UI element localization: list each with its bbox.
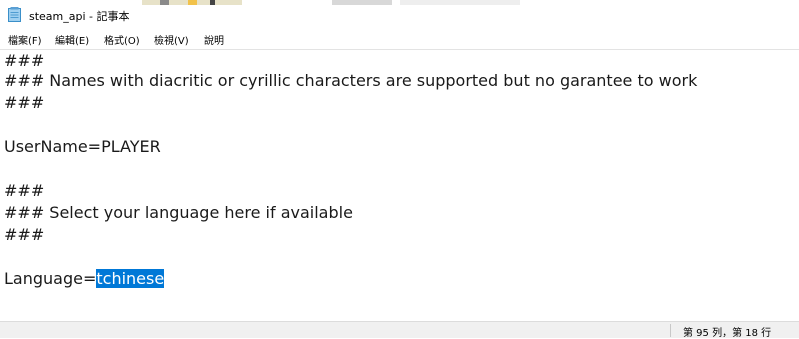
language-key: Language= xyxy=(4,269,97,288)
editor-line: ### xyxy=(4,93,45,112)
editor-line: ### xyxy=(4,225,45,244)
editor-line: UserName=PLAYER xyxy=(4,137,161,156)
background-window-strip xyxy=(400,0,520,5)
status-bar: 第 95 列，第 18 行 xyxy=(0,321,799,339)
menu-format[interactable]: 格式(O) xyxy=(104,32,140,47)
background-folder-icon xyxy=(188,0,197,5)
text-editor[interactable]: ### ### Names with diacritic or cyrillic… xyxy=(0,50,799,321)
editor-line: ### Select your language here if availab… xyxy=(4,203,353,222)
title-bar: steam_api - 記事本 xyxy=(0,0,799,30)
window-title: steam_api - 記事本 xyxy=(29,10,130,23)
notepad-icon xyxy=(8,7,21,22)
editor-line: ### xyxy=(4,181,45,200)
background-app-icon xyxy=(160,0,169,5)
background-app-icon xyxy=(210,0,215,5)
selected-text[interactable]: tchinese xyxy=(96,269,165,288)
menu-edit[interactable]: 編輯(E) xyxy=(55,32,89,47)
status-divider xyxy=(670,324,671,337)
menu-view[interactable]: 檢視(V) xyxy=(154,32,189,47)
background-window-strip xyxy=(332,0,392,5)
menu-help[interactable]: 說明 xyxy=(204,32,224,47)
editor-line-language: Language=tchinese xyxy=(4,268,165,290)
menu-bar: 檔案(F) 編輯(E) 格式(O) 檢視(V) 說明 xyxy=(0,29,799,49)
editor-line: ### Names with diacritic or cyrillic cha… xyxy=(4,71,698,90)
menu-file[interactable]: 檔案(F) xyxy=(8,32,42,47)
editor-line: ### xyxy=(4,51,45,70)
